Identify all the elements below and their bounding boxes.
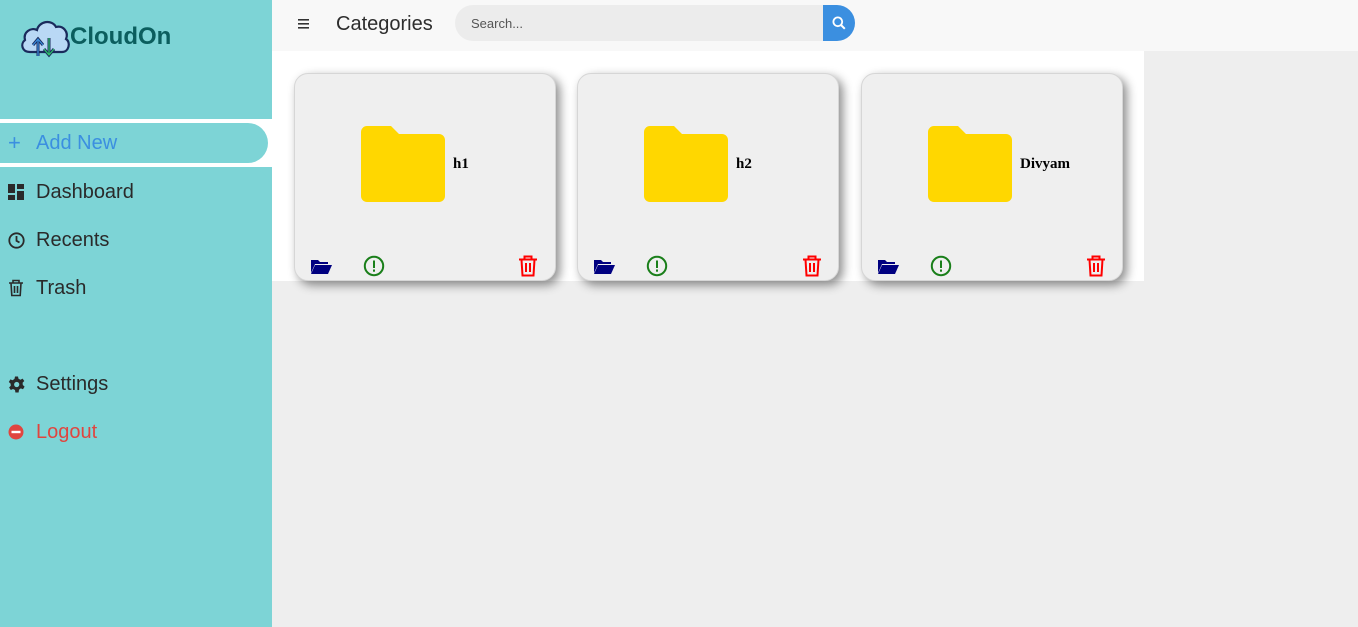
sidebar-item-label: Dashboard: [36, 180, 134, 203]
add-new-button[interactable]: + Add New: [0, 123, 268, 163]
sidebar-item-dashboard[interactable]: Dashboard: [0, 172, 272, 212]
delete-icon[interactable]: [516, 254, 540, 278]
folder-name: h2: [736, 156, 752, 172]
open-folder-icon[interactable]: [309, 254, 333, 278]
sidebar-item-label: Settings: [36, 372, 109, 395]
sidebar-item-label: Trash: [36, 276, 87, 299]
open-folder-icon[interactable]: [876, 254, 900, 278]
folder-card[interactable]: Divyam: [861, 73, 1123, 281]
sidebar-item-trash[interactable]: Trash: [0, 268, 272, 308]
trash-icon: [8, 278, 36, 298]
brand-name: CloudOn: [70, 23, 172, 50]
search-icon: [832, 16, 846, 30]
add-new-label: Add New: [36, 131, 118, 154]
folder-card[interactable]: h1: [294, 73, 556, 281]
search-button[interactable]: [823, 5, 855, 41]
folder-icon: [361, 126, 445, 202]
clock-icon: [8, 230, 36, 250]
open-folder-icon[interactable]: [592, 254, 616, 278]
sidebar-item-logout[interactable]: Logout: [0, 412, 272, 452]
page-title: Categories: [336, 13, 433, 35]
sidebar-item-label: Logout: [36, 420, 98, 443]
hamburger-menu-icon[interactable]: [298, 14, 316, 34]
folder-name: h1: [453, 156, 469, 172]
info-icon[interactable]: [645, 254, 669, 278]
gear-icon: [8, 374, 36, 394]
info-icon[interactable]: [362, 254, 386, 278]
folder-name: Divyam: [1020, 156, 1070, 172]
brand[interactable]: CloudOn: [18, 14, 171, 60]
plus-icon: +: [8, 130, 21, 155]
sidebar-item-settings[interactable]: Settings: [0, 364, 272, 404]
folder-icon: [928, 126, 1012, 202]
folder-card[interactable]: h2: [577, 73, 839, 281]
sidebar-item-recents[interactable]: Recents: [0, 220, 272, 260]
search-input[interactable]: [455, 5, 825, 41]
info-icon[interactable]: [929, 254, 953, 278]
sidebar-item-label: Recents: [36, 228, 110, 251]
logout-icon: [8, 422, 36, 442]
folder-icon: [644, 126, 728, 202]
delete-icon[interactable]: [1084, 254, 1108, 278]
cloud-logo-icon: [21, 20, 70, 58]
delete-icon[interactable]: [800, 254, 824, 278]
top-bar: Categories: [272, 0, 1358, 51]
dashboard-icon: [8, 182, 36, 202]
